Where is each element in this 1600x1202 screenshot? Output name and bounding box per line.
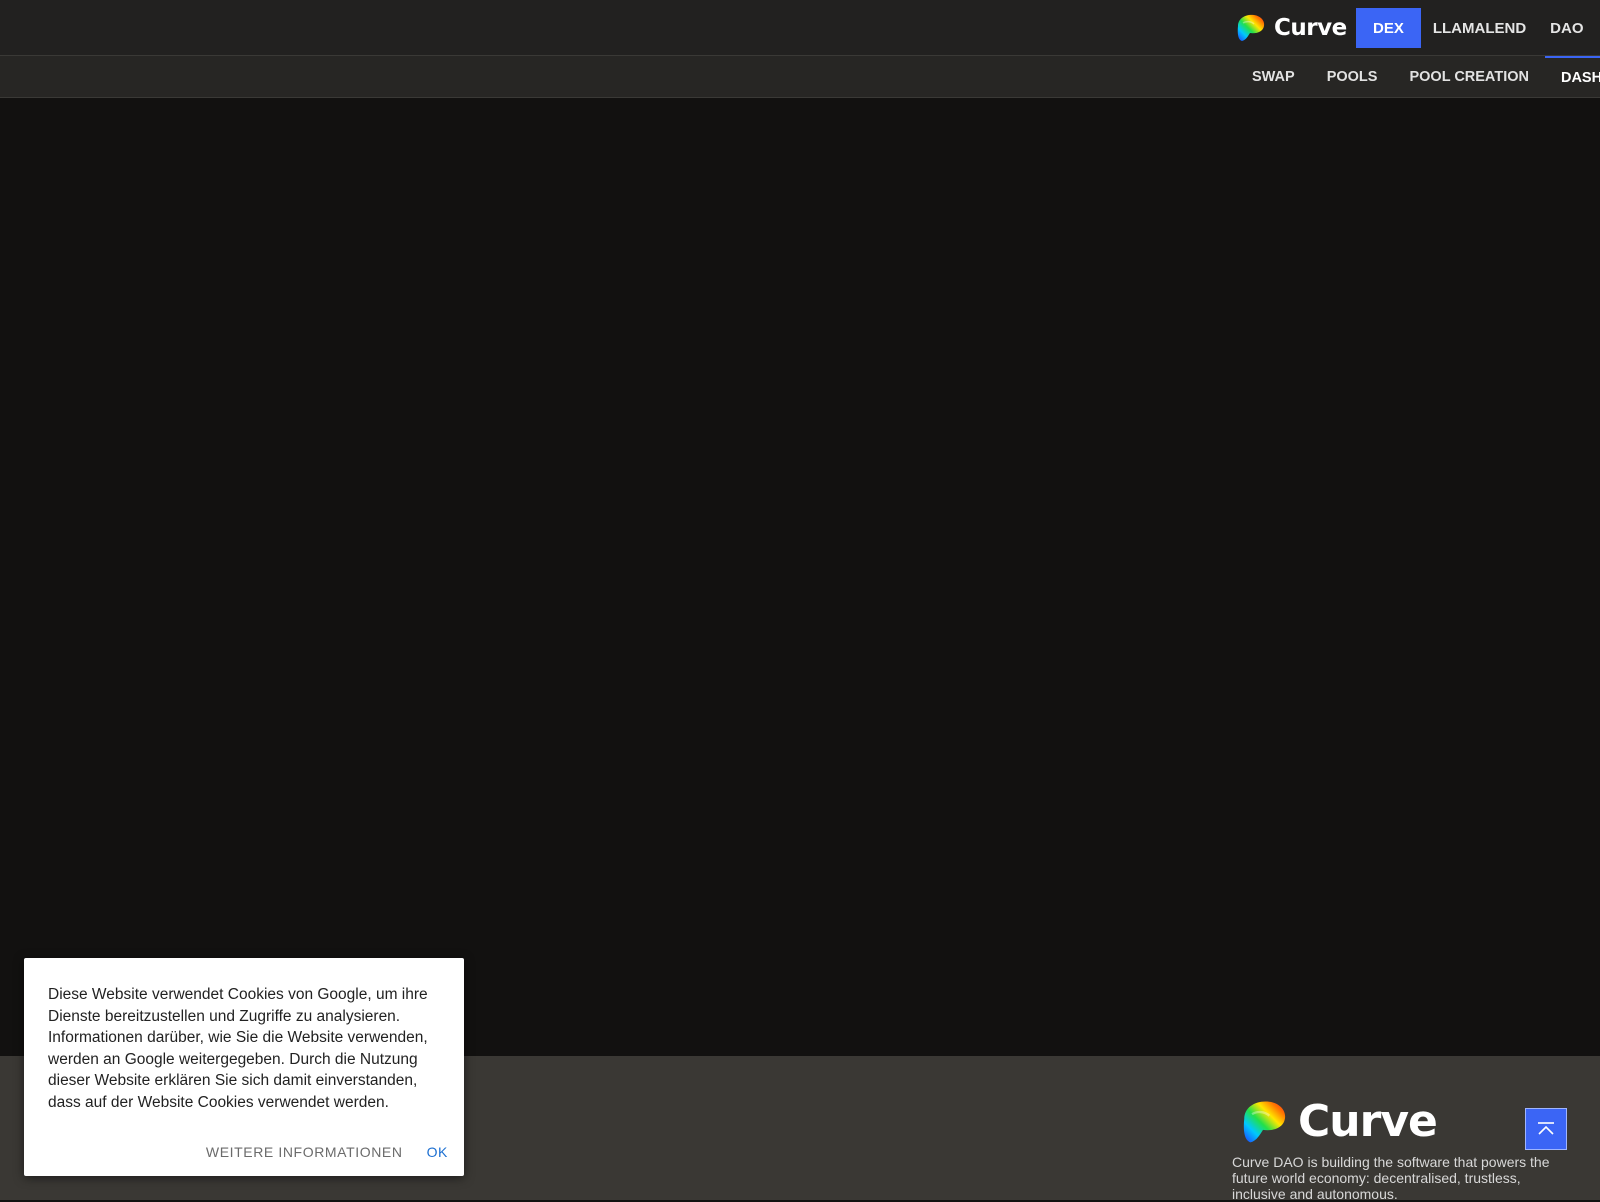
tab-pool-creation[interactable]: POOL CREATION xyxy=(1393,56,1545,98)
tab-swap[interactable]: SWAP xyxy=(1236,56,1311,98)
scroll-to-top-button[interactable] xyxy=(1525,1108,1567,1150)
ok-button[interactable]: OK xyxy=(427,1144,448,1160)
arrow-up-to-top-icon xyxy=(1538,1122,1554,1135)
nav-llamalend[interactable]: LLAMALEND xyxy=(1421,8,1538,48)
cookie-consent-dialog: Diese Website verwendet Cookies von Goog… xyxy=(24,958,464,1176)
cookie-consent-text: Diese Website verwendet Cookies von Goog… xyxy=(48,986,428,1111)
footer-brand-name: Curve xyxy=(1298,1096,1438,1147)
nav-dao[interactable]: DAO xyxy=(1538,8,1595,48)
sub-navigation-bar: SWAP POOLS POOL CREATION DASHI xyxy=(0,56,1600,98)
main-content xyxy=(0,98,1600,1056)
top-nav: DEX LLAMALEND DAO xyxy=(1356,8,1596,48)
footer-brand[interactable]: Curve xyxy=(1238,1096,1438,1147)
brand-name: Curve xyxy=(1274,15,1347,41)
brand[interactable]: Curve xyxy=(1234,10,1347,46)
nav-dex[interactable]: DEX xyxy=(1356,8,1421,48)
footer-description: Curve DAO is building the software that … xyxy=(1232,1154,1550,1202)
top-navigation-bar: Curve DEX LLAMALEND DAO xyxy=(0,0,1600,56)
more-info-button[interactable]: WEITERE INFORMATIONEN xyxy=(206,1144,403,1160)
curve-logo-icon xyxy=(1237,14,1265,42)
tab-pools[interactable]: POOLS xyxy=(1311,56,1394,98)
tab-dashboard[interactable]: DASHI xyxy=(1544,56,1600,98)
sub-nav: SWAP POOLS POOL CREATION DASHI xyxy=(1236,56,1600,98)
cookie-actions: WEITERE INFORMATIONEN OK xyxy=(206,1144,448,1160)
curve-logo-icon xyxy=(1243,1100,1286,1142)
